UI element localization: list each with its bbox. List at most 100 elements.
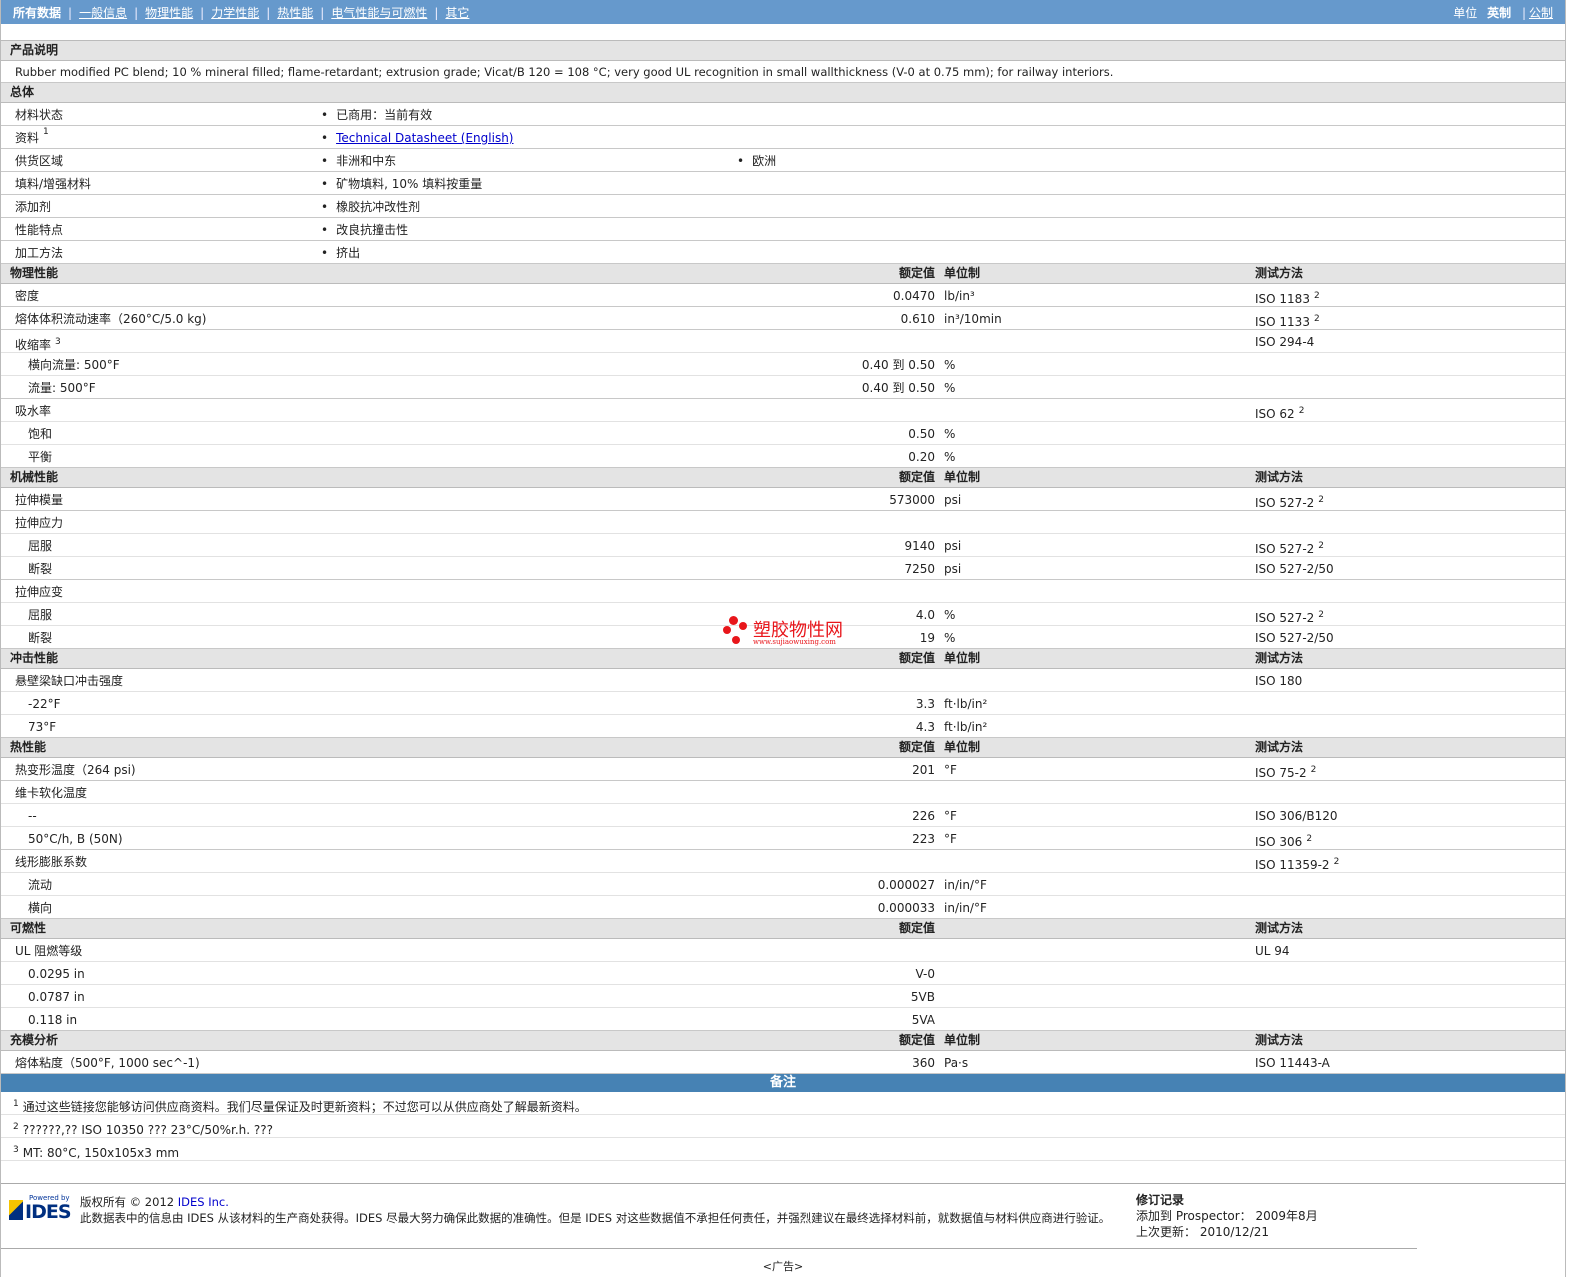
- property-label: 吸水率: [15, 399, 51, 423]
- method-text: ISO 306: [1255, 835, 1303, 849]
- note-text: 通过这些链接您能够访问供应商资料。我们尽量保证及时更新资料；不过您可以从供应商处…: [22, 1100, 587, 1114]
- property-label: 熔体体积流动速率（260°C/5.0 kg): [15, 307, 206, 331]
- note-item: 3 MT: 80°C, 150x105x3 mm: [1, 1138, 1565, 1161]
- property-unit: lb/in³: [944, 289, 975, 303]
- nav-item[interactable]: 所有数据: [13, 6, 61, 20]
- method-text: ISO 527-2: [1255, 496, 1315, 510]
- property-sections: 物理性能 额定值 单位制 测试方法 密度 0.0470 lb/in³ ISO 1183 2 熔体体…: [1, 264, 1565, 1074]
- property-label: 0.0295 in: [28, 962, 85, 986]
- divider: [1, 1248, 1417, 1249]
- ides-link[interactable]: IDES Inc.: [178, 1195, 229, 1209]
- nav-item[interactable]: 力学性能: [211, 6, 259, 20]
- property-label: 维卡软化温度: [15, 781, 87, 805]
- property-row: 横向 0.000033 in/in/°F: [1, 896, 1565, 919]
- property-value: 0.50: [908, 427, 935, 441]
- unit-metric-link[interactable]: 公制: [1529, 6, 1553, 20]
- added-date: 2009年8月: [1255, 1209, 1318, 1223]
- nav-item[interactable]: 电气性能与可燃性: [331, 6, 427, 20]
- nav-separator: |: [200, 5, 205, 20]
- property-unit: °F: [944, 832, 957, 846]
- property-unit: Pa·s: [944, 1056, 969, 1070]
- footnote-ref: 1: [43, 127, 49, 137]
- property-label: 屈服: [28, 534, 52, 558]
- general-row: 加工方法 挤出: [1, 241, 1565, 264]
- section-title: 可燃性: [10, 921, 47, 935]
- property-unit: %: [944, 450, 956, 464]
- list-item: 改良抗撞击性: [321, 218, 408, 242]
- label-text: 热变形温度（264 psi): [15, 763, 136, 777]
- property-row: 0.118 in 5VA: [1, 1008, 1565, 1031]
- method-text: ISO 62: [1255, 407, 1295, 421]
- footnote-ref: 2: [1318, 541, 1325, 551]
- property-row: 熔体体积流动速率（260°C/5.0 kg) 0.610 in³/10min ISO …: [1, 307, 1565, 330]
- notes-header: 备注: [1, 1074, 1565, 1092]
- property-label: UL 阻燃等级: [15, 939, 82, 963]
- property-value: 223: [912, 832, 935, 846]
- property-label: 拉伸应变: [15, 580, 63, 604]
- property-value: 226: [912, 809, 935, 823]
- test-method: ISO 527-2/50: [1255, 557, 1334, 581]
- test-method: ISO 11443-A: [1255, 1051, 1330, 1075]
- unit-column-header: 单位制: [944, 470, 981, 484]
- nav-item[interactable]: 热性能: [277, 6, 313, 20]
- property-value: 4.3: [915, 720, 935, 734]
- property-row: 热变形温度（264 psi) 201 °F ISO 75-2 2: [1, 758, 1565, 781]
- notes-list: 1 通过这些链接您能够访问供应商资料。我们尽量保证及时更新资料；不过您可以从供应商…: [1, 1092, 1565, 1161]
- unit-column-header: 单位制: [944, 266, 981, 280]
- unit-column-header: 单位制: [944, 1033, 981, 1047]
- note-number: 3: [13, 1145, 19, 1155]
- method-column-header: 测试方法: [1255, 470, 1304, 484]
- property-row: 0.0295 in V-0: [1, 962, 1565, 985]
- value-column-header: 额定值: [898, 740, 935, 754]
- property-row: 流量: 500°F 0.40 到 0.50%: [1, 376, 1565, 399]
- method-column-header: 测试方法: [1255, 921, 1304, 935]
- property-unit: in/in/°F: [944, 901, 987, 915]
- property-unit: %: [944, 427, 956, 441]
- nav-item[interactable]: 一般信息: [79, 6, 127, 20]
- property-value: 0.20: [908, 450, 935, 464]
- section-title: 机械性能: [10, 470, 59, 484]
- property-row: 屈服 9140 psi ISO 527-2 2: [1, 534, 1565, 557]
- property-value: 7250: [904, 562, 935, 576]
- property-unit: %: [944, 381, 956, 395]
- nav-separator: |: [68, 5, 73, 20]
- property-label: 饱和: [28, 422, 52, 446]
- row-label: 添加剂: [15, 200, 52, 214]
- unit-imperial[interactable]: 英制: [1487, 6, 1511, 20]
- property-row: 线形膨胀系数 ISO 11359-2 2: [1, 850, 1565, 873]
- units-label: 单位: [1453, 5, 1478, 20]
- property-unit: °F: [944, 809, 957, 823]
- property-unit: in/in/°F: [944, 878, 987, 892]
- method-text: ISO 180: [1255, 674, 1303, 688]
- general-row: 填料/增强材料 矿物填料, 10% 填料按重量: [1, 172, 1565, 195]
- nav-item[interactable]: 物理性能: [145, 6, 193, 20]
- property-label: 流动: [28, 873, 52, 897]
- list-item: 已商用：当前有效: [321, 103, 432, 127]
- general-row: 性能特点 改良抗撞击性: [1, 218, 1565, 241]
- property-label: 0.118 in: [28, 1008, 77, 1032]
- property-label: 拉伸应力: [15, 511, 63, 535]
- label-text: 横向: [28, 901, 53, 915]
- general-row: 材料状态 已商用：当前有效: [1, 103, 1565, 126]
- property-label: 横向: [28, 896, 52, 920]
- test-method: UL 94: [1255, 939, 1290, 963]
- footer: Powered by IDES 版权所有 © 2012 IDES Inc. 此数据…: [1, 1183, 1565, 1249]
- property-value: V-0: [915, 967, 935, 981]
- method-text: ISO 75-2: [1255, 766, 1307, 780]
- footnote-ref: 2: [1313, 314, 1320, 324]
- property-row: 拉伸应变: [1, 580, 1565, 603]
- footnote-ref: 2: [1298, 406, 1305, 416]
- property-label: -22°F: [28, 692, 61, 716]
- property-row: 横向流量: 500°F 0.40 到 0.50%: [1, 353, 1565, 376]
- list-item: Technical Datasheet (English): [321, 126, 513, 150]
- datasheet-link[interactable]: Technical Datasheet (English): [336, 131, 513, 145]
- property-row: 平衡 0.20%: [1, 445, 1565, 468]
- updated-date: 2010/12/21: [1199, 1225, 1270, 1239]
- value-column-header: 额定值: [898, 470, 935, 484]
- property-value: 0.000027: [877, 878, 935, 892]
- method-column-header: 测试方法: [1255, 1033, 1304, 1047]
- nav-item[interactable]: 其它: [445, 6, 469, 20]
- property-label: 屈服: [28, 603, 52, 627]
- property-label: 流量: 500°F: [28, 376, 96, 400]
- label-text: 0.0295 in: [28, 967, 85, 981]
